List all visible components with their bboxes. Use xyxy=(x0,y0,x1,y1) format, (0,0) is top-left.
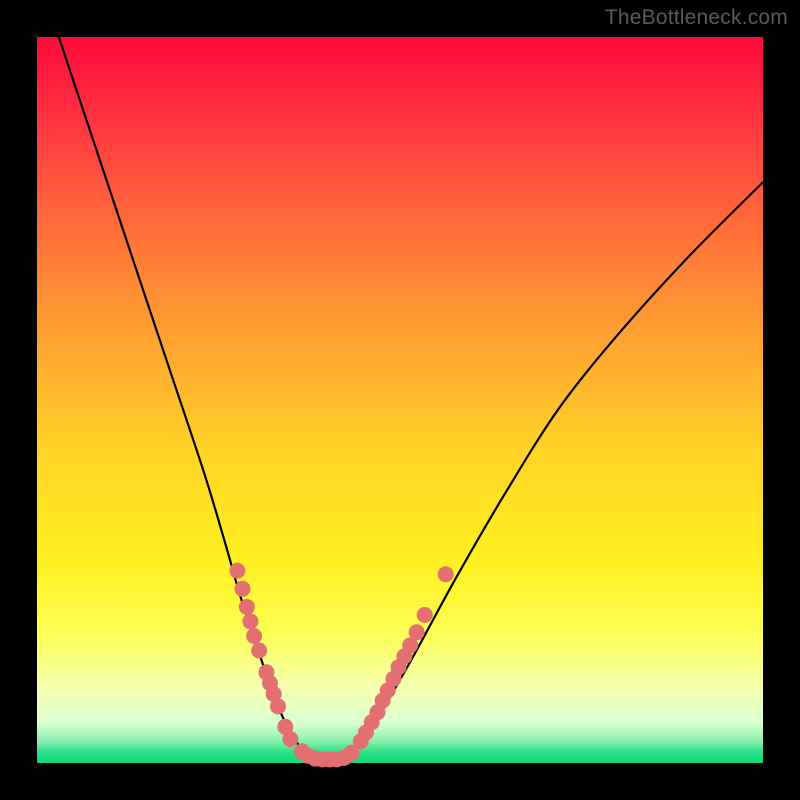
data-marker xyxy=(409,624,425,640)
data-marker xyxy=(251,643,267,659)
data-marker xyxy=(417,607,433,623)
data-marker xyxy=(270,698,286,714)
data-marker xyxy=(246,628,262,644)
watermark-text: TheBottleneck.com xyxy=(605,6,788,30)
data-marker xyxy=(239,599,255,615)
data-marker xyxy=(242,613,258,629)
curve-layer xyxy=(37,37,763,763)
data-marker xyxy=(229,563,245,579)
data-marker xyxy=(235,581,251,597)
data-marker xyxy=(282,731,298,747)
chart-frame: TheBottleneck.com xyxy=(0,0,800,800)
data-marker xyxy=(438,566,454,582)
